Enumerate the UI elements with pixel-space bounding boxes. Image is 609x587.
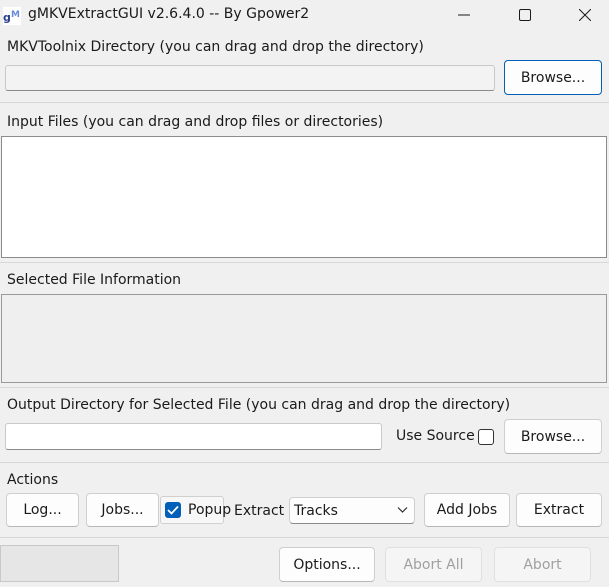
use-source-checkbox[interactable] [478, 429, 494, 445]
log-button[interactable]: Log... [6, 493, 79, 527]
close-icon [579, 9, 591, 21]
minimize-icon [458, 14, 470, 16]
input-files-label: Input Files (you can drag and drop files… [7, 114, 384, 130]
divider [0, 387, 609, 388]
extract-mode-label: Extract [234, 503, 285, 519]
use-source-label: Use Source [396, 428, 475, 444]
actions-label: Actions [7, 472, 59, 488]
output-browse-button[interactable]: Browse... [504, 419, 602, 454]
input-files-list[interactable] [1, 136, 607, 258]
extract-mode-value: Tracks [294, 502, 338, 519]
divider [0, 537, 609, 538]
svg-text:M: M [11, 10, 20, 20]
progress-bar [0, 545, 119, 582]
divider [0, 462, 609, 463]
svg-text:g: g [3, 11, 11, 24]
mkvtoolnix-directory-field[interactable] [5, 65, 495, 91]
checkmark-icon [167, 505, 179, 515]
selected-file-info-label: Selected File Information [7, 272, 182, 288]
divider [0, 262, 609, 263]
title-bar: g M gMKVExtractGUI v2.6.4.0 -- By Gpower… [0, 0, 609, 30]
output-directory-field[interactable] [5, 423, 382, 450]
close-button[interactable] [556, 0, 609, 30]
abort-button[interactable]: Abort [494, 547, 591, 582]
jobs-button[interactable]: Jobs... [86, 493, 159, 527]
options-button[interactable]: Options... [279, 547, 375, 582]
popup-checkbox[interactable] [165, 502, 181, 518]
popup-label: Popup [188, 502, 232, 518]
add-jobs-button[interactable]: Add Jobs [424, 493, 510, 527]
extract-button[interactable]: Extract [516, 493, 602, 527]
divider [0, 102, 609, 103]
chevron-down-icon [397, 507, 408, 513]
output-directory-label: Output Directory for Selected File (you … [7, 397, 511, 413]
maximize-icon [519, 9, 531, 21]
mkvtoolnix-directory-label: MKVToolnix Directory (you can drag and d… [7, 39, 424, 55]
selected-file-info-box[interactable] [1, 294, 607, 383]
maximize-button[interactable] [496, 0, 554, 30]
extract-mode-select[interactable]: Tracks [289, 497, 415, 524]
window-title: gMKVExtractGUI v2.6.4.0 -- By Gpower2 [28, 6, 310, 22]
mkvtoolnix-browse-button[interactable]: Browse... [504, 60, 602, 95]
minimize-button[interactable] [435, 0, 493, 30]
abort-all-button[interactable]: Abort All [385, 547, 482, 582]
app-icon: g M [3, 7, 21, 25]
